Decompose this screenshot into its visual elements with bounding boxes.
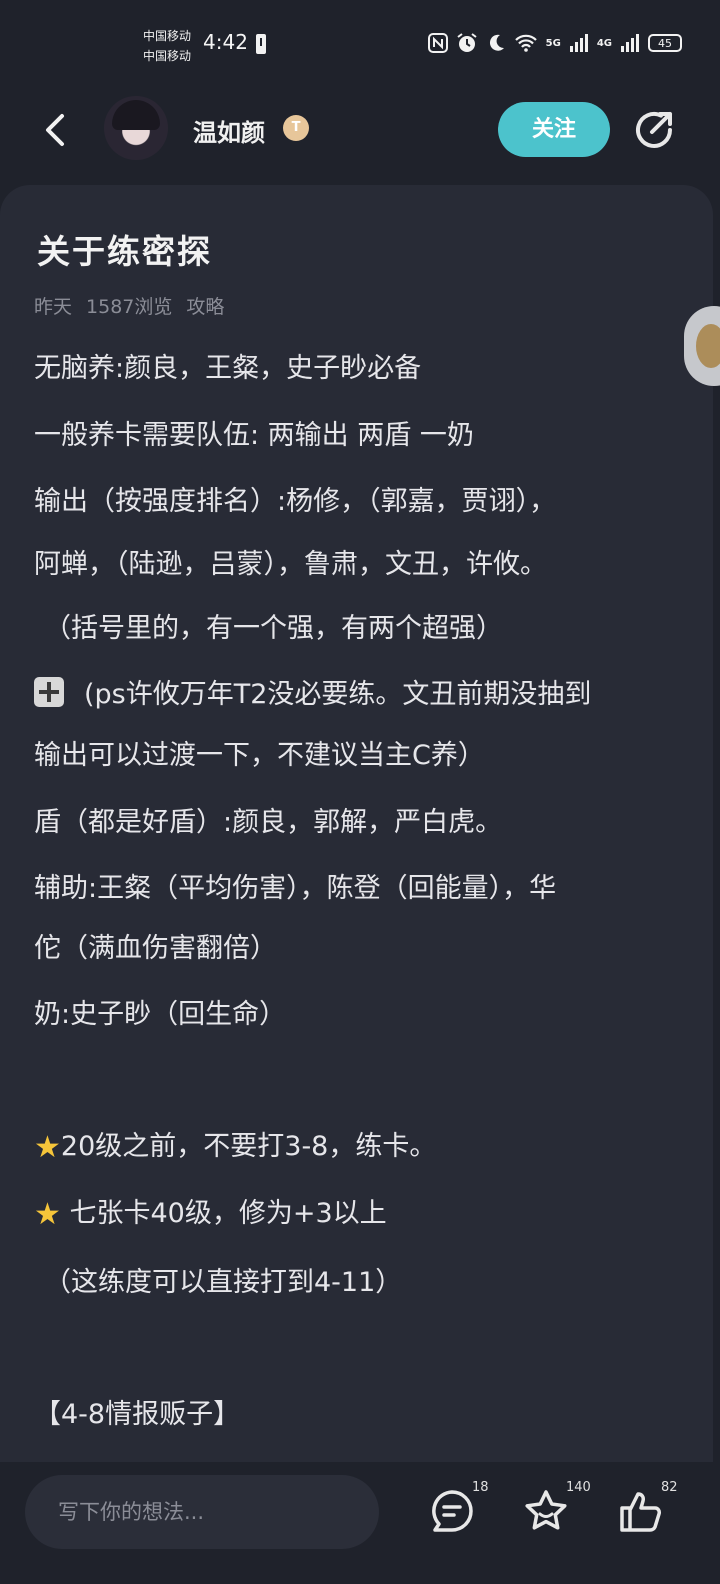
- nfc-icon: [427, 33, 448, 53]
- share-icon[interactable]: [632, 108, 676, 152]
- battery-warning-icon: [256, 34, 266, 54]
- signal-icon-2: [621, 34, 639, 52]
- plus-emoji-icon: [34, 677, 64, 707]
- like-thumb-icon[interactable]: [618, 1488, 664, 1534]
- post-line: (ps许攸万年T2没必要练。文丑前期没抽到: [84, 679, 592, 710]
- post-line: 辅助:王粲（平均伤害），陈登（回能量），华: [34, 873, 557, 904]
- post-line: 一般养卡需要队伍: 两输出 两盾 一奶: [34, 420, 474, 451]
- star-emoji-icon: ★: [34, 1130, 61, 1165]
- do-not-disturb-moon-icon: [489, 34, 504, 51]
- carrier-1: 中国移动: [143, 29, 192, 43]
- comment-input[interactable]: 写下你的想法...: [25, 1475, 379, 1549]
- post-category[interactable]: 攻略: [186, 292, 224, 319]
- post-line-with-icon: ★ 七张卡40级，修为+3以上: [34, 1191, 387, 1232]
- alarm-icon: [457, 33, 477, 52]
- comment-count: 18: [472, 1480, 489, 1495]
- floating-side-button[interactable]: [684, 306, 720, 386]
- wifi-icon: [514, 34, 537, 52]
- star-emoji-icon: ★: [34, 1197, 61, 1232]
- post-line: 奶:史子眇（回生命）: [34, 999, 287, 1030]
- status-bar: 中国移动 中国移动 4:42 5G 4G 45: [0, 0, 720, 90]
- post-line-with-icon: ★20级之前，不要打3-8，练卡。: [34, 1124, 436, 1165]
- like-count: 82: [661, 1480, 678, 1495]
- status-icons: 5G 4G 45: [427, 30, 682, 56]
- post-line-with-icon: (ps许攸万年T2没必要练。文丑前期没抽到: [34, 672, 591, 711]
- favorite-star-icon[interactable]: [523, 1488, 569, 1534]
- post-line: 输出可以过渡一下，不建议当主C养）: [34, 740, 485, 771]
- signal-icon: [569, 34, 588, 52]
- follow-button[interactable]: 关注: [498, 102, 610, 157]
- post-line: 佗（满血伤害翻倍）: [34, 933, 277, 964]
- post-line: 阿蝉，（陆逊，吕蒙），鲁肃，文丑，许攸。: [34, 549, 547, 580]
- battery-icon: 45: [648, 34, 682, 52]
- post-title: 关于练密探: [37, 232, 212, 271]
- post-line: 20级之前，不要打3-8，练卡。: [60, 1131, 437, 1162]
- favorite-count: 140: [566, 1480, 591, 1495]
- carrier-info: 中国移动 中国移动: [143, 26, 191, 66]
- back-arrow-icon[interactable]: [36, 110, 76, 150]
- network-4g-label: 4G: [596, 37, 612, 49]
- author-name[interactable]: 温如颜: [193, 113, 265, 148]
- comment-icon[interactable]: [429, 1488, 475, 1534]
- post-line: 输出（按强度排名）:杨修，（郭嘉，贾诩），: [34, 486, 557, 517]
- battery-level: 45: [658, 36, 672, 50]
- avatar[interactable]: [104, 96, 168, 160]
- network-5g-label: 5G: [545, 37, 561, 49]
- level-badge-icon: T: [283, 115, 309, 141]
- post-line: 无脑养:颜良，王粲，史子眇必备: [34, 353, 422, 384]
- post-time: 昨天: [34, 296, 73, 318]
- carrier-2: 中国移动: [143, 49, 192, 63]
- post-meta: 昨天 1587浏览 攻略: [34, 292, 224, 319]
- post-views: 1587浏览: [86, 296, 173, 318]
- clock: 4:42: [203, 30, 248, 54]
- post-line: 七张卡40级，修为+3以上: [60, 1198, 387, 1229]
- post-line: （这练度可以直接打到4-11）: [44, 1267, 403, 1298]
- post-line: 盾（都是好盾）:颜良，郭解，严白虎。: [34, 807, 503, 838]
- post-line: 【4-8情报贩子】: [34, 1399, 241, 1430]
- post-line: （括号里的，有一个强，有两个超强）: [44, 613, 503, 644]
